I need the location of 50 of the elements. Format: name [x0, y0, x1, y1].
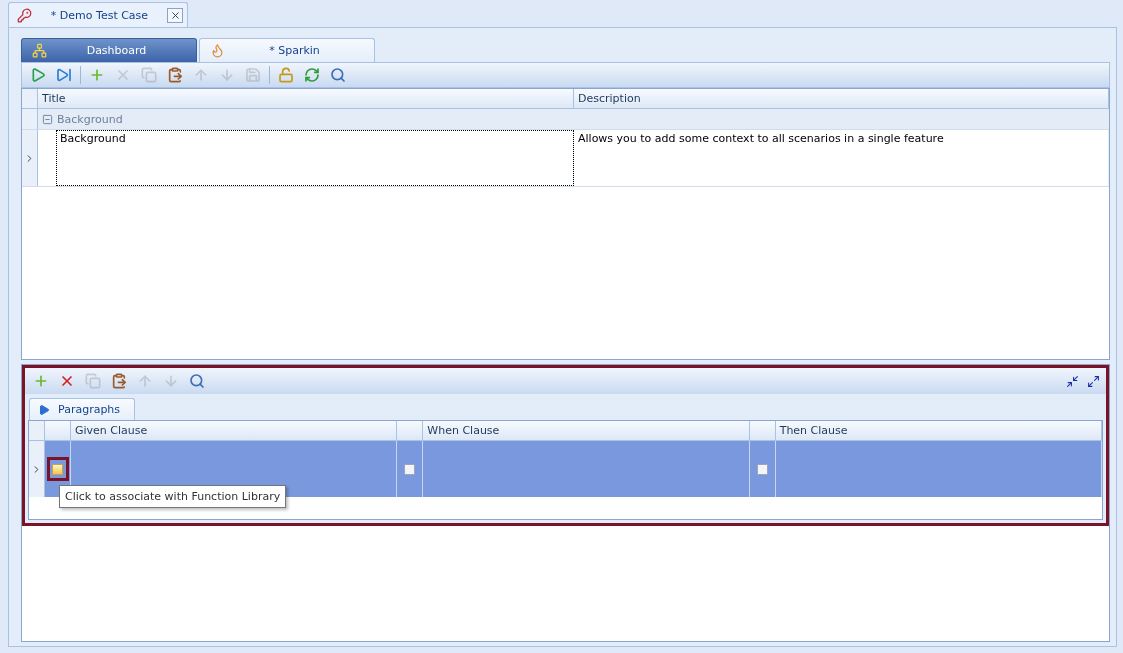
tooltip: Click to associate with Function Library: [59, 485, 287, 508]
column-header[interactable]: Then Clause: [775, 421, 1102, 440]
column-header[interactable]: When Clause: [423, 421, 750, 440]
add-icon: [33, 373, 49, 389]
column-header[interactable]: Given Clause: [71, 421, 398, 440]
view-tab[interactable]: * Sparkin: [199, 38, 375, 62]
copy-icon: [85, 373, 101, 389]
arrow-down-icon: [163, 373, 179, 389]
refresh-button[interactable]: [302, 65, 322, 85]
paste-icon: [111, 373, 127, 389]
search-icon: [330, 67, 346, 83]
paste-icon: [167, 67, 183, 83]
padlock-button[interactable]: [276, 65, 296, 85]
step-icon: [56, 67, 72, 83]
column-header[interactable]: Description: [574, 89, 1109, 108]
checkbox[interactable]: [404, 463, 416, 475]
arrow-up-icon: [193, 67, 209, 83]
run-icon: [30, 67, 46, 83]
arrow-up-icon: [137, 373, 153, 389]
search-button[interactable]: [187, 371, 207, 391]
column-header[interactable]: Title: [38, 89, 574, 108]
checkbox[interactable]: [46, 457, 69, 481]
document-tab-label: * Demo Test Case: [49, 8, 150, 22]
checkbox[interactable]: [756, 463, 768, 475]
arrow-down-icon: [219, 67, 235, 83]
close-button[interactable]: [167, 7, 183, 23]
search-button[interactable]: [328, 65, 348, 85]
paragraphs-tab[interactable]: Paragraphs: [29, 398, 135, 420]
search-icon: [189, 373, 205, 389]
flame-icon: [210, 43, 225, 58]
group-label: Background: [57, 112, 123, 126]
title-cell: Background: [56, 130, 574, 186]
add-icon: [89, 67, 105, 83]
key-icon: [17, 7, 32, 23]
document-tab[interactable]: * Demo Test Case: [8, 2, 188, 27]
group-row[interactable]: Background: [22, 109, 1109, 130]
description-cell: Allows you to add some context to all scenarios in a single feature: [574, 130, 1109, 186]
close-icon: [169, 9, 181, 21]
grid-row[interactable]: Background Allows you to add some context to all scenarios in a single feature: [22, 130, 1109, 187]
play-icon: [38, 403, 50, 416]
delete-icon: [115, 67, 131, 83]
copy-icon: [141, 67, 157, 83]
collapse-icon[interactable]: [1066, 374, 1079, 388]
padlock-icon: [278, 67, 294, 83]
expand-icon[interactable]: [1087, 374, 1100, 388]
diagram-icon: [32, 43, 47, 58]
view-tab[interactable]: Dashboard: [21, 38, 197, 62]
save-icon: [245, 67, 261, 83]
delete-icon: [59, 373, 75, 389]
refresh-icon: [304, 67, 320, 83]
